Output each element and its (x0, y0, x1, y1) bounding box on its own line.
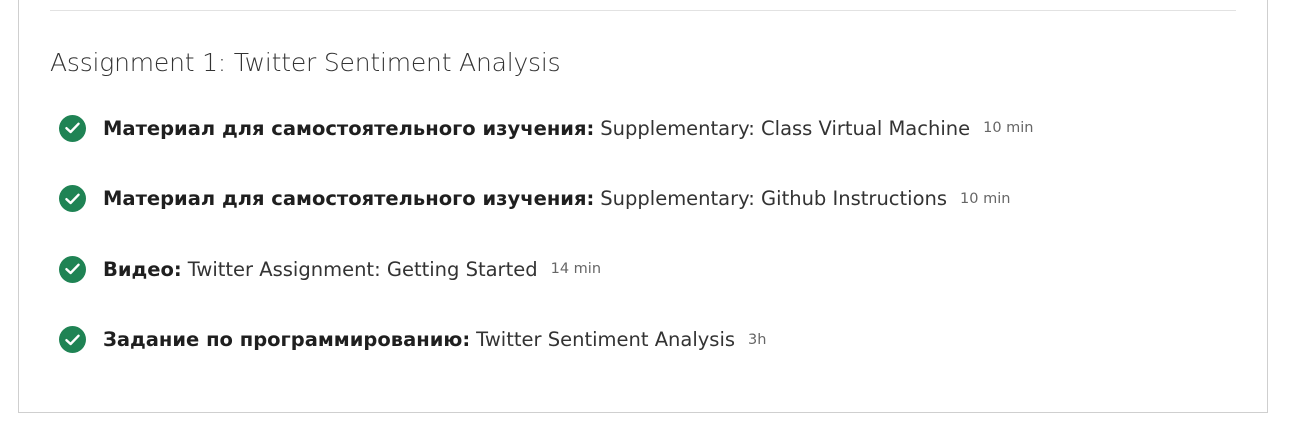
divider (50, 10, 1236, 11)
check-circle-icon (59, 114, 86, 142)
item-duration: 14 min (550, 261, 602, 277)
check-circle-icon (59, 255, 86, 283)
item-title-link[interactable]: Supplementary: Github Instructions (600, 187, 947, 210)
item-duration: 3h (748, 331, 767, 348)
item-title-link[interactable]: Twitter Sentiment Analysis (476, 328, 735, 351)
item-type-label: Материал для самостоятельного изучения: (103, 187, 595, 210)
item-title-link[interactable]: Supplementary: Class Virtual Machine (600, 117, 970, 140)
lesson-list: Материал для самостоятельного изучения: … (59, 113, 1034, 395)
list-item[interactable]: Материал для самостоятельного изучения: … (59, 113, 1034, 143)
item-type-label: Задание по программированию: (103, 328, 471, 351)
check-circle-icon (59, 326, 86, 353)
list-item[interactable]: Видео: Twitter Assignment: Getting Start… (59, 254, 1034, 284)
list-item[interactable]: Материал для самостоятельного изучения: … (59, 184, 1034, 214)
item-duration: 10 min (960, 190, 1011, 207)
list-item[interactable]: Задание по программированию: Twitter Sen… (59, 325, 1034, 355)
item-duration: 10 min (983, 120, 1034, 136)
week-module-card: Assignment 1: Twitter Sentiment Analysis… (18, 0, 1268, 413)
check-circle-icon (59, 185, 86, 212)
section-title: Assignment 1: Twitter Sentiment Analysis (50, 48, 561, 77)
item-type-label: Видео: (103, 257, 182, 281)
item-title-link[interactable]: Twitter Assignment: Getting Started (188, 258, 538, 281)
item-type-label: Материал для самостоятельного изучения: (103, 116, 595, 140)
